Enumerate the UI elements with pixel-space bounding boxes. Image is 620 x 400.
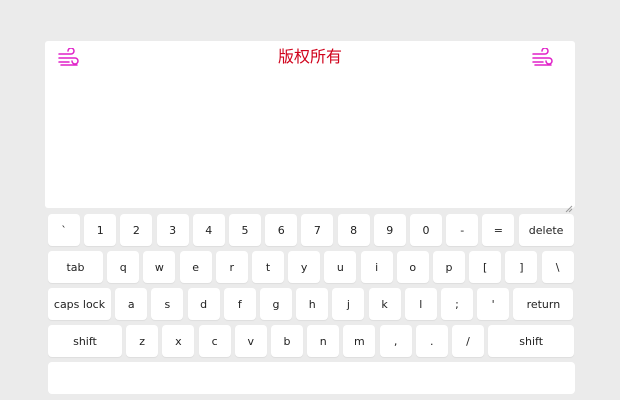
key-delete[interactable]: delete [518,214,574,246]
key-9[interactable]: 9 [373,214,406,246]
key-quote[interactable]: ' [477,288,510,320]
key-tab[interactable]: tab [48,251,103,283]
key-2[interactable]: 2 [120,214,153,246]
key-5[interactable]: 5 [229,214,261,246]
key-q[interactable]: q [107,251,140,283]
key-7[interactable]: 7 [301,214,334,246]
key-o[interactable]: o [396,251,429,283]
key-j[interactable]: j [332,288,365,320]
key-bracket-left[interactable]: [ [469,251,502,283]
key-comma[interactable]: , [379,325,412,357]
key-u[interactable]: u [324,251,357,283]
key-period[interactable]: . [415,325,448,357]
key-l[interactable]: l [404,288,437,320]
resize-grip-icon[interactable] [565,198,573,213]
key-1[interactable]: 1 [84,214,117,246]
key-g[interactable]: g [260,288,292,320]
key-n[interactable]: n [307,325,340,357]
key-z[interactable]: z [126,325,159,357]
key-b[interactable]: b [271,325,303,357]
key-e[interactable]: e [179,251,212,283]
key-d[interactable]: d [187,288,220,320]
key-h[interactable]: h [296,288,329,320]
key-backslash[interactable]: \ [541,251,574,283]
key-shift[interactable]: shift [488,325,575,357]
key-f[interactable]: f [223,288,256,320]
key-backtick[interactable]: ` [48,214,80,246]
key-p[interactable]: p [433,251,465,283]
key-y[interactable]: y [288,251,321,283]
key-r[interactable]: r [215,251,248,283]
key-k[interactable]: k [368,288,401,320]
key-semicolon[interactable]: ; [441,288,473,320]
key-equals[interactable]: = [482,214,515,246]
key-3[interactable]: 3 [156,214,189,246]
text-input-area[interactable] [48,61,575,208]
text-panel: 版权所有 [45,41,575,213]
key-c[interactable]: c [198,325,231,357]
key-s[interactable]: s [151,288,184,320]
key-4[interactable]: 4 [192,214,225,246]
space-key[interactable] [48,362,575,394]
key-bracket-right[interactable]: ] [505,251,538,283]
key-0[interactable]: 0 [410,214,442,246]
key-m[interactable]: m [343,325,376,357]
key-slash[interactable]: / [452,325,484,357]
key-v[interactable]: v [234,325,267,357]
key-t[interactable]: t [252,251,284,283]
key-x[interactable]: x [162,325,195,357]
key-caps-lock[interactable]: caps lock [48,288,111,320]
key-a[interactable]: a [115,288,148,320]
key-return[interactable]: return [513,288,574,320]
key-shift[interactable]: shift [48,325,122,357]
key-i[interactable]: i [360,251,393,283]
key-w[interactable]: w [143,251,176,283]
key-6[interactable]: 6 [265,214,298,246]
key-8[interactable]: 8 [337,214,370,246]
key-minus[interactable]: - [446,214,479,246]
